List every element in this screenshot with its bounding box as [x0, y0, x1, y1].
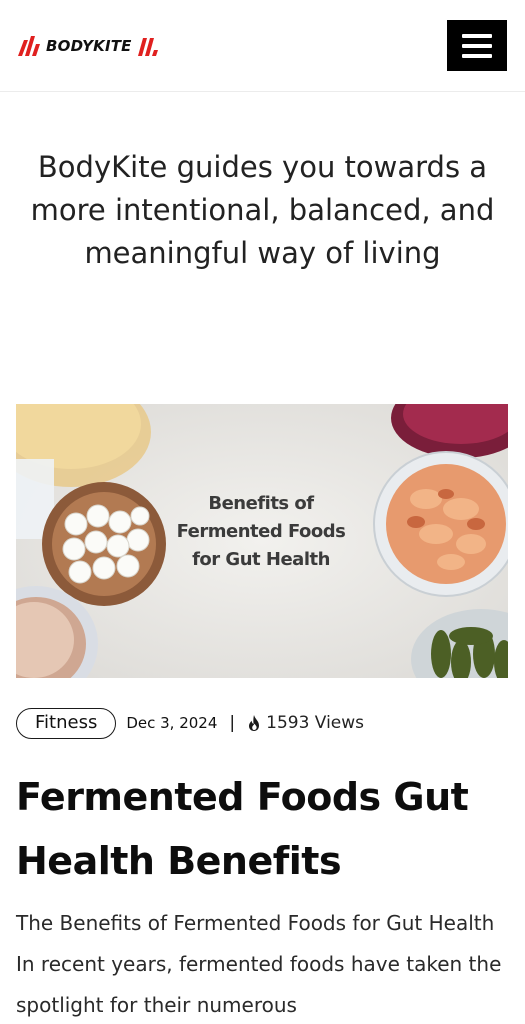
- category-tag-fitness[interactable]: Fitness: [16, 707, 117, 739]
- post-featured-image[interactable]: Benefits of Fermented Foods for Gut Heal…: [16, 404, 508, 678]
- views-count: 1593 Views: [266, 713, 365, 733]
- meta-separator: |: [229, 713, 236, 733]
- site-header: BODYKITE: [0, 0, 525, 92]
- post-excerpt: The Benefits of Fermented Foods for Gut …: [16, 911, 502, 1017]
- brand-name: BODYKITE: [46, 37, 132, 55]
- image-caption: Benefits of Fermented Foods for Gut Heal…: [161, 490, 361, 574]
- post-meta: Fitness Dec 3, 2024 | 1593 Views: [16, 707, 364, 739]
- post-date: Dec 3, 2024: [126, 714, 218, 732]
- hamburger-menu-button[interactable]: [447, 20, 507, 71]
- hamburger-line: [462, 53, 492, 58]
- post-views: 1593 Views: [247, 713, 364, 733]
- hero-tagline: BodyKite guides you towards a more inten…: [30, 150, 495, 270]
- image-caption-line: Fermented Foods: [176, 521, 346, 542]
- hamburger-line: [462, 33, 492, 38]
- image-caption-line: for Gut Health: [192, 549, 330, 570]
- hamburger-line: [462, 43, 492, 48]
- flame-icon: [249, 715, 260, 731]
- brand-logo[interactable]: BODYKITE: [16, 32, 162, 60]
- logo-mark-left-icon: [18, 36, 40, 56]
- post-title[interactable]: Fermented Foods Gut Health Benefits: [16, 765, 511, 893]
- image-caption-line: Benefits of: [208, 493, 314, 514]
- logo-mark-right-icon: [137, 38, 158, 56]
